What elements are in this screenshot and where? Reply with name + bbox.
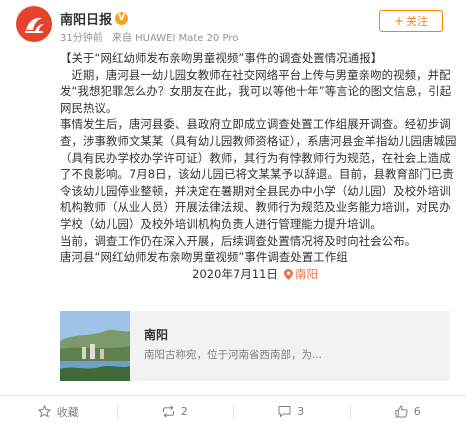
thumbs-up-icon <box>395 405 408 418</box>
follow-button[interactable]: + 关注 <box>379 10 443 32</box>
city-landscape-image <box>60 311 130 381</box>
star-icon <box>37 405 51 418</box>
nanyang-daily-logo-icon <box>25 17 44 33</box>
post-header: 南阳日报 V 31分钟前 来自 HUAWEI Mate 20 Pro + 关注 <box>0 0 466 46</box>
post-date-location: 2020年7月11日 南阳 <box>60 266 458 283</box>
favorite-button[interactable]: 收藏 <box>0 396 117 427</box>
follow-label: 关注 <box>406 15 429 28</box>
post-meta: 31分钟前 来自 HUAWEI Mate 20 Pro <box>60 29 244 44</box>
location-card[interactable]: 南阳 南阳古称宛，位于河南省西南部，为... <box>60 311 450 381</box>
location-card-image <box>60 311 130 381</box>
account-name[interactable]: 南阳日报 <box>60 9 112 28</box>
location-link[interactable]: 南阳 <box>284 266 318 283</box>
comment-count: 3 <box>297 405 305 418</box>
location-label: 南阳 <box>295 266 318 281</box>
verified-badge-icon: V <box>115 11 129 25</box>
post-paragraph-3: 当前，调查工作仍在深入开展，后续调查处置情况将及时向社会公布。 <box>60 233 417 248</box>
post-source: 来自 HUAWEI Mate 20 Pro <box>111 33 239 44</box>
post-date: 2020年7月11日 <box>192 266 279 281</box>
like-count: 6 <box>413 405 421 418</box>
post-time[interactable]: 31分钟前 <box>60 33 103 44</box>
post-signature: 唐河县“网红幼师发布亲吻男童视频”事件调查处置工作组 <box>60 250 348 265</box>
repost-count: 2 <box>180 405 188 418</box>
location-card-title: 南阳 <box>144 328 169 342</box>
post-title: 【关于“网红幼师发布亲吻男童视频”事件的调查处置情况通报】 <box>60 51 383 65</box>
post-paragraph-2: 事情发生后，唐河县委、县政府立即成立调查处置工作组展开调查。经初步调查，涉事教师… <box>60 117 457 231</box>
account-name-row: 南阳日报 V <box>60 9 129 28</box>
location-card-description: 南阳古称宛，位于河南省西南部，为... <box>144 349 323 361</box>
plus-icon: + <box>393 14 405 28</box>
comment-button[interactable]: 3 <box>233 396 350 427</box>
repost-button[interactable]: 2 <box>116 396 234 427</box>
comment-icon <box>278 406 291 417</box>
repost-icon <box>162 405 174 418</box>
post-paragraph-1: 近期，唐河县一幼儿园女教师在社交网络平台上传与男童亲吻的视频，并配发“我想犯罪怎… <box>60 67 452 115</box>
like-button[interactable]: 6 <box>349 396 466 427</box>
action-bar: 收藏 2 3 6 <box>0 395 466 427</box>
post-body: 【关于“网红幼师发布亲吻男童视频”事件的调查处置情况通报】 近期，唐河县一幼儿园… <box>60 50 458 282</box>
avatar[interactable] <box>16 6 52 42</box>
location-pin-icon <box>284 268 294 280</box>
favorite-label: 收藏 <box>56 405 79 419</box>
